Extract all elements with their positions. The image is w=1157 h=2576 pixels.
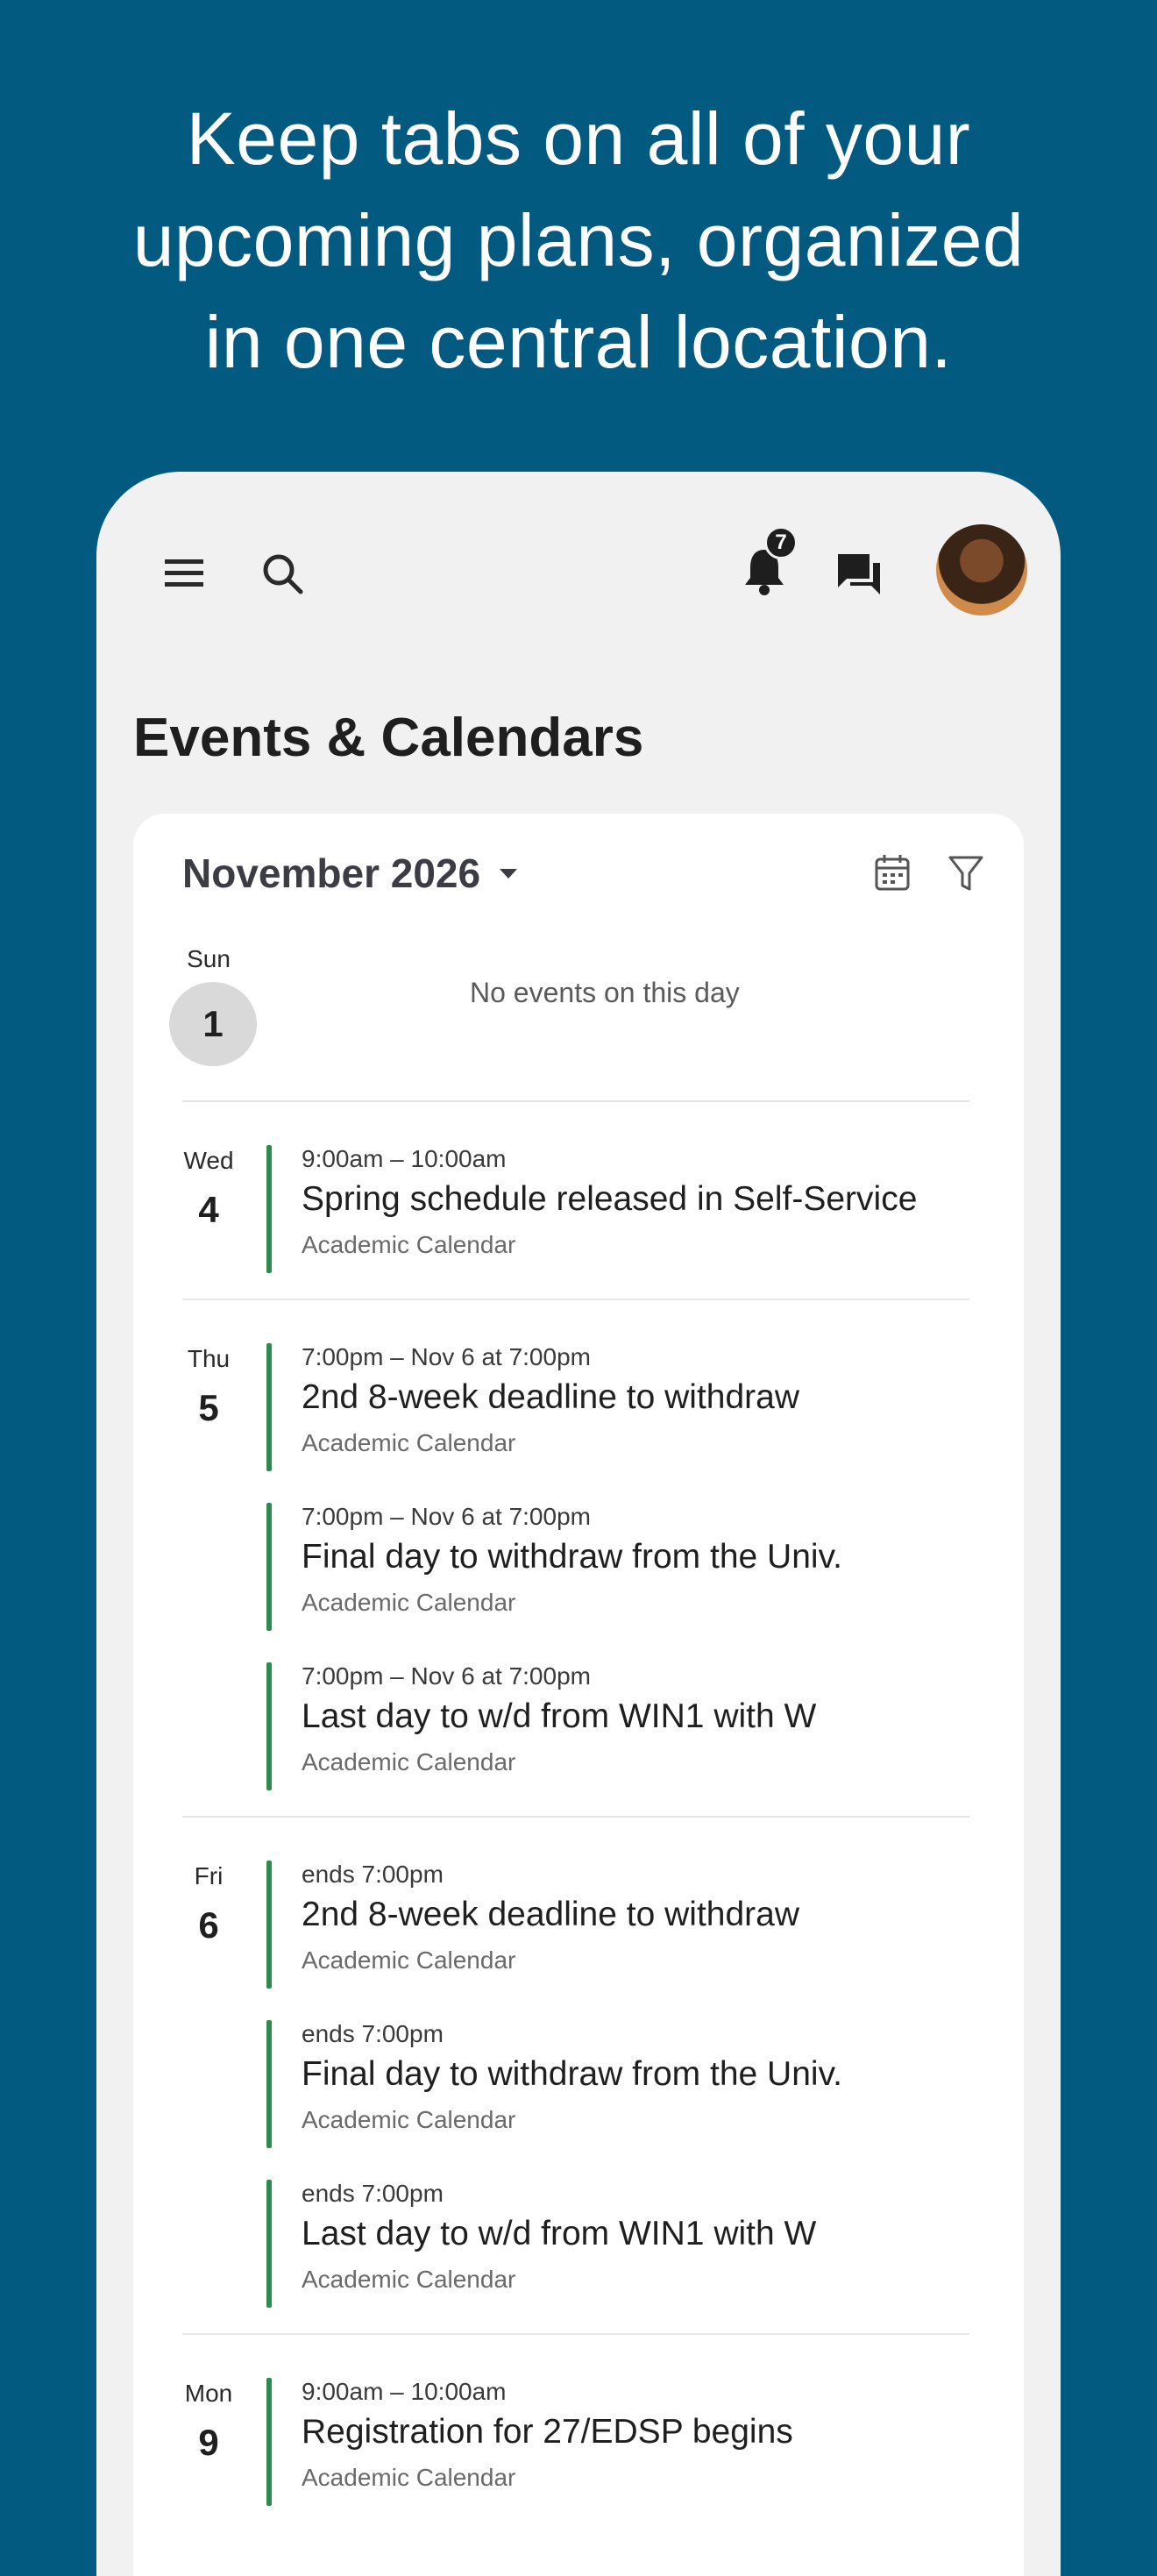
event-color-bar xyxy=(266,1503,272,1631)
event-calendar: Academic Calendar xyxy=(302,1946,516,1974)
event-color-bar xyxy=(266,2378,272,2506)
day-of-week: Thu xyxy=(187,1345,231,1372)
event-title: 2nd 8-week deadline to withdraw xyxy=(302,1896,800,1933)
event-color-bar xyxy=(266,2020,272,2148)
events-card: November 2026 Sun 1 No events on this da… xyxy=(133,814,1024,2576)
day-number: 1 xyxy=(169,982,257,1066)
event-calendar: Academic Calendar xyxy=(302,1429,516,1456)
avatar[interactable] xyxy=(936,524,1027,616)
search-icon[interactable] xyxy=(251,542,314,605)
filter-icon[interactable] xyxy=(943,850,989,896)
event-title: Spring schedule released in Self-Service xyxy=(302,1180,918,1218)
day-group: Mon 9 9:00am – 10:00am Registration for … xyxy=(182,2378,969,2506)
event-item[interactable]: 7:00pm – Nov 6 at 7:00pm Last day to w/d… xyxy=(266,1662,968,1790)
calendar-icon[interactable] xyxy=(870,850,915,896)
headline-line: Keep tabs on all of your xyxy=(186,97,971,180)
event-calendar: Academic Calendar xyxy=(302,1748,516,1775)
event-calendar: Academic Calendar xyxy=(302,2266,516,2293)
phone-screen: 7 Events & Calendars November 2026 Sun 1… xyxy=(96,472,1061,2576)
day-number: 4 xyxy=(198,1189,219,1230)
page-title: Events & Calendars xyxy=(133,708,644,768)
day-of-week: Mon xyxy=(184,2380,233,2407)
event-calendar: Academic Calendar xyxy=(302,2464,516,2491)
notification-badge: 7 xyxy=(764,526,798,559)
month-label: November 2026 xyxy=(182,850,481,896)
event-item[interactable]: ends 7:00pm Last day to w/d from WIN1 wi… xyxy=(266,2180,968,2308)
chat-icon[interactable] xyxy=(827,542,891,605)
day-of-week: Sun xyxy=(187,945,231,972)
event-title: Final day to withdraw from the Univ. xyxy=(302,2055,843,2093)
chevron-down-icon xyxy=(500,868,518,879)
event-item[interactable]: ends 7:00pm Final day to withdraw from t… xyxy=(266,2020,968,2148)
no-events-text: No events on this day xyxy=(470,977,740,1008)
event-calendar: Academic Calendar xyxy=(302,1231,516,1258)
event-title: Last day to w/d from WIN1 with W xyxy=(302,1697,817,1735)
event-item[interactable]: ends 7:00pm 2nd 8-week deadline to withd… xyxy=(266,1861,968,1989)
divider xyxy=(182,1100,969,1102)
event-time: 7:00pm – Nov 6 at 7:00pm xyxy=(302,1503,591,1530)
event-time: 9:00am – 10:00am xyxy=(302,2378,507,2405)
event-color-bar xyxy=(266,1343,272,1471)
event-time: 7:00pm – Nov 6 at 7:00pm xyxy=(302,1343,591,1370)
day-number: 5 xyxy=(198,1387,219,1428)
event-title: 2nd 8-week deadline to withdraw xyxy=(302,1378,800,1416)
event-time: 7:00pm – Nov 6 at 7:00pm xyxy=(302,1662,591,1690)
event-time: ends 7:00pm xyxy=(302,2020,444,2047)
headline-line: upcoming plans, organized xyxy=(132,199,1025,281)
headline: Keep tabs on all of your upcoming plans,… xyxy=(0,88,1157,393)
event-title: Final day to withdraw from the Univ. xyxy=(302,1538,843,1576)
event-item[interactable]: 9:00am – 10:00am Registration for 27/EDS… xyxy=(266,2378,968,2506)
day-group: Fri 6 ends 7:00pm 2nd 8-week deadline to… xyxy=(182,1861,969,2334)
top-app-bar: 7 xyxy=(96,472,1061,665)
event-color-bar xyxy=(266,1145,272,1273)
event-color-bar xyxy=(266,1861,272,1989)
day-number: 6 xyxy=(198,1904,219,1946)
event-time: ends 7:00pm xyxy=(302,2180,444,2207)
event-item[interactable]: 7:00pm – Nov 6 at 7:00pm Final day to wi… xyxy=(266,1503,968,1631)
event-color-bar xyxy=(266,2180,272,2308)
day-of-week: Fri xyxy=(194,1862,224,1889)
event-calendar: Academic Calendar xyxy=(302,1589,516,1616)
day-of-week: Wed xyxy=(183,1147,234,1174)
event-item[interactable]: 9:00am – 10:00am Spring schedule release… xyxy=(266,1145,968,1273)
menu-icon[interactable] xyxy=(153,542,216,605)
divider xyxy=(182,1299,969,1300)
event-item[interactable]: 7:00pm – Nov 6 at 7:00pm 2nd 8-week dead… xyxy=(266,1343,968,1471)
event-time: ends 7:00pm xyxy=(302,1861,444,1888)
event-title: Registration for 27/EDSP begins xyxy=(302,2413,793,2451)
headline-line: in one central location. xyxy=(204,301,953,383)
event-color-bar xyxy=(266,1662,272,1790)
divider xyxy=(182,1816,969,1818)
day-group: Sun 1 No events on this day xyxy=(169,945,969,1068)
event-time: 9:00am – 10:00am xyxy=(302,1145,507,1172)
event-calendar: Academic Calendar xyxy=(302,2106,516,2133)
day-number: 9 xyxy=(198,2422,219,2463)
divider xyxy=(182,2333,969,2335)
month-selector[interactable]: November 2026 xyxy=(182,845,518,901)
day-group: Thu 5 7:00pm – Nov 6 at 7:00pm 2nd 8-wee… xyxy=(182,1343,969,1817)
day-group: Wed 4 9:00am – 10:00am Spring schedule r… xyxy=(182,1145,969,1273)
event-title: Last day to w/d from WIN1 with W xyxy=(302,2215,817,2252)
